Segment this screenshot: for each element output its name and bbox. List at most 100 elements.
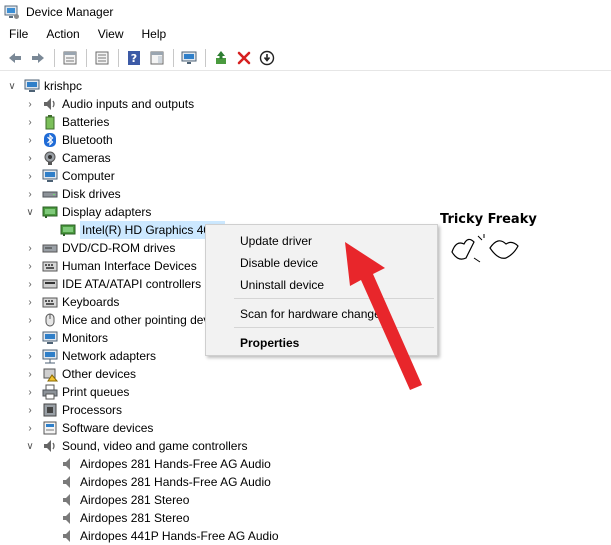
disk-drive-icon (42, 186, 58, 202)
device-manager-app-icon (4, 4, 20, 20)
tree-item-label: Batteries (62, 115, 110, 129)
chevron-right-icon[interactable]: › (24, 167, 36, 185)
show-hide-console-tree-icon[interactable] (91, 47, 113, 69)
window-title: Device Manager (26, 5, 114, 19)
tree-item-label: Processors (62, 403, 123, 417)
tree-item-computer[interactable]: › Computer (24, 167, 115, 185)
menu-item-disable-device[interactable]: Disable device (240, 254, 318, 272)
network-icon (42, 348, 58, 364)
tree-item-airdopes-1[interactable]: Airdopes 281 Hands-Free AG Audio (48, 455, 271, 473)
tree-item-keyboards[interactable]: › Keyboards (24, 293, 119, 311)
tree-item-label: DVD/CD-ROM drives (62, 241, 176, 255)
tree-item-ide-controllers[interactable]: › IDE ATA/ATAPI controllers (24, 275, 201, 293)
tree-item-hid[interactable]: › Human Interface Devices (24, 257, 196, 275)
chevron-down-icon[interactable]: ∨ (24, 437, 36, 455)
chevron-right-icon[interactable]: › (24, 113, 36, 131)
chevron-right-icon[interactable]: › (24, 185, 36, 203)
computer-icon (24, 78, 40, 94)
ide-icon (42, 276, 58, 292)
menu-item-uninstall-device[interactable]: Uninstall device (240, 276, 324, 294)
audio-device-icon (60, 492, 76, 508)
menu-action[interactable]: Action (37, 24, 88, 44)
menu-item-update-driver[interactable]: Update driver (240, 232, 312, 250)
tree-item-processors[interactable]: › Processors (24, 401, 122, 419)
tree-item-disk-drives[interactable]: › Disk drives (24, 185, 120, 203)
menu-file[interactable]: File (0, 24, 37, 44)
tree-item-label: Sound, video and game controllers (62, 439, 248, 453)
chevron-right-icon[interactable]: › (24, 347, 36, 365)
tree-root-label: krishpc (44, 79, 83, 93)
mouse-icon (42, 312, 58, 328)
tree-item-bluetooth[interactable]: › Bluetooth (24, 131, 113, 149)
tree-item-label: Monitors (62, 331, 109, 345)
chevron-right-icon[interactable]: › (24, 365, 36, 383)
chevron-right-icon[interactable]: › (24, 257, 36, 275)
menu-item-properties[interactable]: Properties (240, 334, 299, 352)
tree-item-mice[interactable]: › Mice and other pointing devices (24, 311, 230, 329)
tree-item-label: Print queues (62, 385, 130, 399)
update-driver-icon[interactable] (210, 47, 232, 69)
tree-item-airdopes-3[interactable]: Airdopes 281 Stereo (48, 491, 189, 509)
chevron-down-icon[interactable]: ∨ (24, 203, 36, 221)
tree-item-display-adapters[interactable]: ∨ Display adapters (24, 203, 151, 221)
uninstall-device-icon[interactable] (233, 47, 255, 69)
watermark-text: Tricky Freaky (440, 212, 537, 227)
audio-device-icon (60, 474, 76, 490)
menu-help[interactable]: Help (133, 24, 176, 44)
chevron-right-icon[interactable]: › (24, 149, 36, 167)
chevron-right-icon[interactable]: › (24, 311, 36, 329)
tree-item-sound-video-game[interactable]: ∨ Sound, video and game controllers (24, 437, 247, 455)
tree-item-dvd-cd-rom[interactable]: › DVD/CD-ROM drives (24, 239, 175, 257)
tree-item-airdopes-4[interactable]: Airdopes 281 Stereo (48, 509, 189, 527)
tree-item-network-adapters[interactable]: › Network adapters (24, 347, 156, 365)
tree-item-software-devices[interactable]: › Software devices (24, 419, 153, 437)
disable-device-icon[interactable] (256, 47, 278, 69)
tree-item-label: Computer (62, 169, 115, 183)
back-icon[interactable] (4, 47, 26, 69)
forward-icon[interactable] (27, 47, 49, 69)
chevron-right-icon[interactable]: › (24, 419, 36, 437)
action-pane-icon[interactable] (146, 47, 168, 69)
tree-item-batteries[interactable]: › Batteries (24, 113, 109, 131)
tree-item-label: Airdopes 281 Stereo (80, 493, 190, 507)
tree-root[interactable]: ∨ krishpc (6, 77, 82, 95)
tree-item-intel-hd-graphics[interactable]: Intel(R) HD Graphics 4000 (48, 221, 226, 239)
chevron-right-icon[interactable]: › (24, 293, 36, 311)
tree-item-label: Airdopes 281 Hands-Free AG Audio (80, 475, 271, 489)
battery-icon (42, 114, 58, 130)
tree-item-audio-inputs[interactable]: › Audio inputs and outputs (24, 95, 194, 113)
tree-item-airdopes-2[interactable]: Airdopes 281 Hands-Free AG Audio (48, 473, 271, 491)
chevron-right-icon[interactable]: › (24, 95, 36, 113)
speaker-icon (42, 96, 58, 112)
menu-view[interactable]: View (89, 24, 133, 44)
toolbar-separator (205, 48, 206, 67)
chevron-down-icon[interactable]: ∨ (6, 77, 18, 95)
tree-item-other-devices[interactable]: › Other devices (24, 365, 136, 383)
title-bar: Device Manager (0, 0, 611, 24)
tree-item-label: Intel(R) HD Graphics 4000 (80, 221, 226, 239)
tree-item-airdopes-5[interactable]: Airdopes 441P Hands-Free AG Audio (48, 527, 279, 545)
tree-item-label: Other devices (62, 367, 137, 381)
chevron-right-icon[interactable]: › (24, 239, 36, 257)
chevron-right-icon[interactable]: › (24, 329, 36, 347)
chevron-right-icon[interactable]: › (24, 401, 36, 419)
chevron-right-icon[interactable]: › (24, 383, 36, 401)
tree-item-label: Network adapters (62, 349, 157, 363)
sound-icon (42, 438, 58, 454)
hands-doodle-icon (451, 234, 519, 263)
toolbar-separator (118, 48, 119, 67)
processor-icon (42, 402, 58, 418)
tree-item-print-queues[interactable]: › Print queues (24, 383, 129, 401)
svg-text:?: ? (131, 52, 137, 65)
tree-item-cameras[interactable]: › Cameras (24, 149, 111, 167)
audio-device-icon (60, 528, 76, 544)
chevron-right-icon[interactable]: › (24, 131, 36, 149)
chevron-right-icon[interactable]: › (24, 275, 36, 293)
bluetooth-icon (42, 132, 58, 148)
display-adapter-icon (60, 222, 76, 238)
scan-hardware-icon[interactable] (178, 47, 200, 69)
properties-icon[interactable] (59, 47, 81, 69)
help-icon[interactable]: ? (123, 47, 145, 69)
other-devices-icon (42, 366, 58, 382)
tree-item-monitors[interactable]: › Monitors (24, 329, 108, 347)
